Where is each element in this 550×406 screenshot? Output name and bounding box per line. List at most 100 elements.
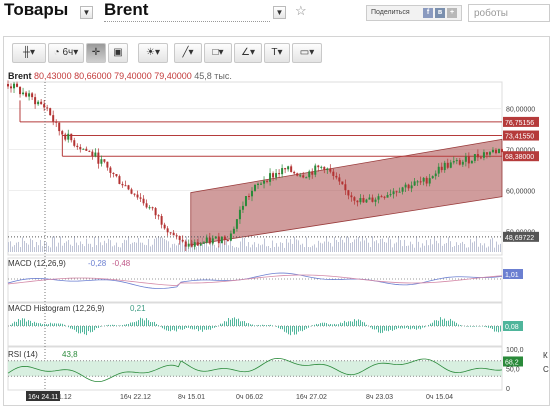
hist-bar [32,323,33,326]
hist-bar [258,324,259,326]
volume-bar [18,241,19,252]
volume-bar [484,243,485,252]
volume-bar [318,240,319,252]
hist-bar [44,323,45,326]
volume-bar [376,240,377,252]
volume-bar [436,240,437,252]
volume-bar [240,241,241,252]
candle-body [226,239,229,241]
hist-bar [12,323,13,326]
hist-bar [306,326,307,329]
hist-bar [106,325,107,326]
candle-body [193,242,196,247]
hist-bar [476,326,477,327]
candle-body [320,166,323,168]
volume-bar [356,238,357,252]
hist-bar [238,318,239,326]
candle-body [389,194,392,196]
time-axis-label: 0ч 06.02 [236,394,263,401]
hist-bar [38,323,39,326]
volume-bar [62,245,63,252]
hist-bar [130,322,131,326]
candle-body [395,191,398,193]
hist-bar [192,326,193,330]
volume-bar [84,246,85,252]
volume-bar [476,237,477,252]
rsi-axis-label: 50,0 [506,367,520,374]
volume-bar [284,247,285,252]
candle-body [97,152,100,164]
volume-bar [486,247,487,252]
candle-body [229,233,232,241]
hist-bar [90,326,91,333]
volume-bar [208,246,209,252]
hist-bar [226,321,227,326]
candle-body [479,157,482,159]
candle-body [317,165,320,168]
candle-body [127,185,130,190]
volume-bar [90,243,91,252]
candle-body [404,184,407,188]
hist-bar [420,326,421,330]
hist-bar [286,326,287,333]
chart-canvas[interactable]: 80,0000070,0000060,0000050,0000076,75156… [0,0,550,406]
candle-body [49,108,52,116]
rsi-value: 43,8 [62,350,78,359]
hist-bar [42,324,43,326]
volume-bar [368,242,369,252]
price-tag: 68,38000 [505,154,534,161]
candle-body [34,97,37,105]
candle-body [323,166,326,171]
hist-bar [372,326,373,330]
hist-bar [448,320,449,326]
candle-body [169,232,172,234]
candle-body [416,181,419,183]
hist-bar [80,326,81,334]
volume-bar [384,241,385,252]
volume-bar [272,240,273,252]
candle-body [470,160,473,164]
volume-bar [70,244,71,252]
time-axis-label: 1.12 [58,394,72,401]
candle-body [214,236,217,239]
volume-bar [316,247,317,252]
volume-bar [304,247,305,252]
volume-bar [354,239,355,252]
volume-bar [68,239,69,252]
hist-bar [114,324,115,326]
macd-signal-value: -0,48 [112,259,131,268]
volume-bar [96,245,97,252]
side-note: К [543,351,548,360]
volume-bar [118,246,119,252]
hist-bar [92,326,93,332]
hist-bar [232,318,233,326]
hist-bar [206,326,207,330]
volume-bar [78,245,79,252]
hist-bar [188,326,189,328]
hist-bar [458,324,459,326]
volume-bar [196,246,197,252]
volume-bar [386,242,387,252]
hist-bar [94,326,95,331]
hist-bar [228,318,229,326]
hist-bar [254,325,255,326]
volume-bar [162,237,163,252]
hist-bar [280,326,281,330]
volume-bar [322,243,323,252]
hist-bar [328,324,329,326]
volume-bar [414,247,415,252]
candle-body [299,175,302,177]
hist-bar [386,326,387,331]
hist-bar [18,318,19,326]
hist-bar [276,326,277,327]
candle-body [178,235,181,240]
volume-bar [266,246,267,252]
hist-bar [262,324,263,326]
hist-bar [256,325,257,326]
hist-bar [290,326,291,336]
hist-bar [174,326,175,331]
candle-body [458,160,461,165]
hist-bar [200,326,201,330]
candle-body [488,152,491,155]
hist-bar [170,326,171,332]
